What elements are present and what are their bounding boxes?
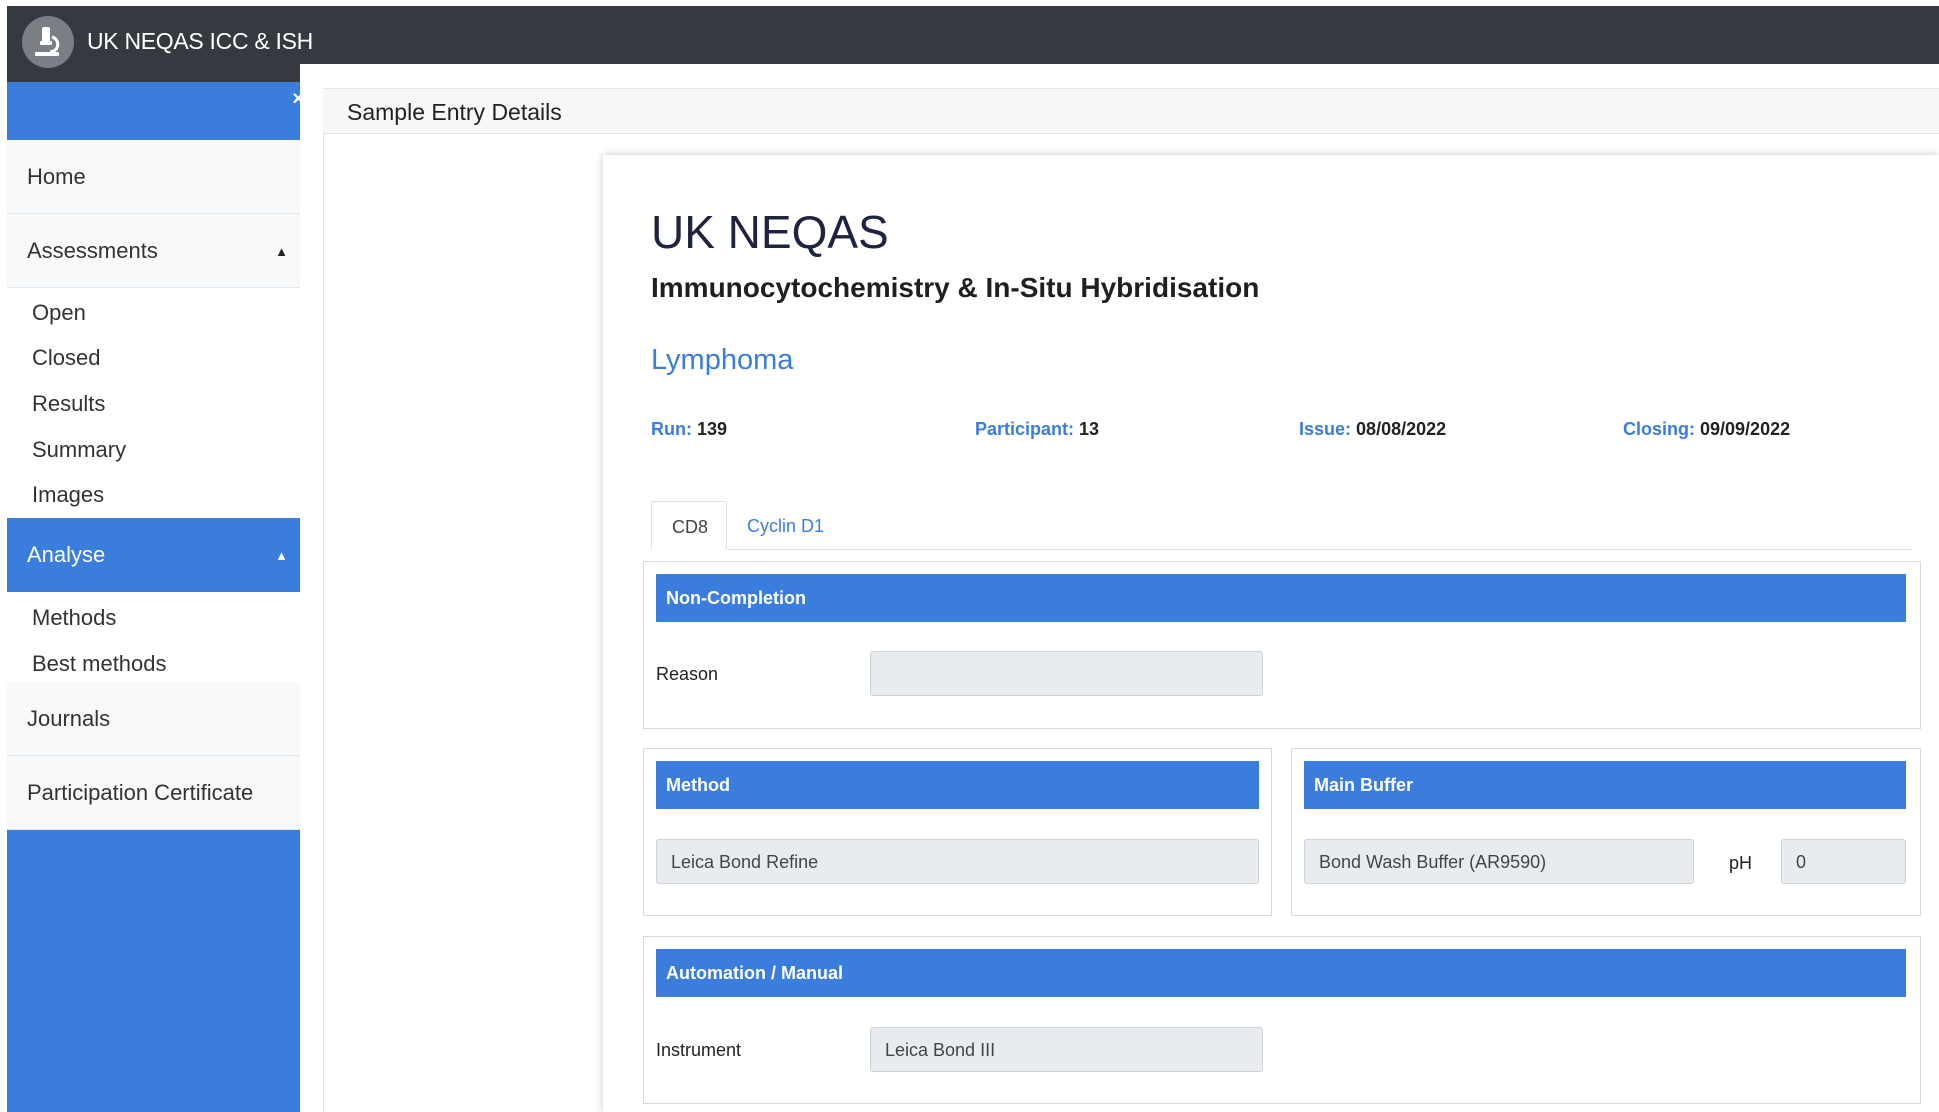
meta-closing: Closing: 09/09/2022 bbox=[1623, 419, 1790, 440]
ph-label: pH bbox=[1729, 853, 1753, 873]
meta-label: Issue: bbox=[1299, 419, 1352, 439]
sidebar-item-label: Analyse bbox=[27, 542, 106, 567]
tab-label: CD8 bbox=[672, 517, 709, 537]
page-title: Sample Entry Details bbox=[347, 99, 562, 125]
meta-run: Run: 139 bbox=[651, 419, 727, 440]
meta-value: 09/09/2022 bbox=[1700, 419, 1791, 439]
buffer-value: Bond Wash Buffer (AR9590) bbox=[1319, 852, 1547, 872]
instrument-value: Leica Bond III bbox=[885, 1040, 996, 1060]
ph-field[interactable]: 0 bbox=[1781, 839, 1906, 884]
meta-label: Participant: bbox=[975, 419, 1075, 439]
submenu-item-best-methods[interactable]: Best methods bbox=[32, 651, 167, 677]
submenu-item-results[interactable]: Results bbox=[32, 391, 105, 417]
panel-title: Main Buffer bbox=[1314, 775, 1413, 795]
main-buffer-header: Main Buffer bbox=[1304, 761, 1906, 809]
sidebar-item-home[interactable]: Home bbox=[7, 140, 300, 214]
automation-header: Automation / Manual bbox=[656, 949, 1906, 997]
panel-title: Method bbox=[666, 775, 730, 795]
sidebar-item-label: Assessments bbox=[27, 238, 158, 263]
sidebar-fill bbox=[7, 830, 300, 1112]
meta-issue: Issue: 08/08/2022 bbox=[1299, 419, 1446, 440]
sidebar-item-journals[interactable]: Journals bbox=[7, 682, 300, 756]
submenu-item-closed[interactable]: Closed bbox=[32, 345, 100, 371]
method-value: Leica Bond Refine bbox=[671, 852, 819, 872]
submenu-item-open[interactable]: Open bbox=[32, 300, 86, 326]
app-root: UK NEQAS ICC & ISH × Home Assessments ▲ … bbox=[0, 0, 1939, 1112]
sidebar-item-label: Journals bbox=[27, 706, 111, 731]
analyse-submenu: Methods Best methods bbox=[7, 592, 300, 682]
submenu-item-summary[interactable]: Summary bbox=[32, 437, 126, 463]
programme-title: Lymphoma bbox=[651, 344, 794, 376]
instrument-label: Instrument bbox=[656, 1040, 742, 1060]
sidebar-item-label: Participation Certificate bbox=[27, 780, 254, 805]
panel-title: Automation / Manual bbox=[666, 963, 843, 983]
meta-participant: Participant: 13 bbox=[975, 419, 1099, 440]
sidebar-header: × bbox=[7, 82, 304, 140]
sidebar-item-assessments[interactable]: Assessments ▲ bbox=[7, 214, 300, 288]
content-divider bbox=[323, 133, 324, 1112]
sidebar-item-label: Home bbox=[27, 164, 86, 189]
org-title: UK NEQAS bbox=[651, 206, 889, 258]
meta-label: Closing: bbox=[1623, 419, 1695, 439]
caret-up-icon: ▲ bbox=[275, 548, 288, 563]
meta-label: Run: bbox=[651, 419, 692, 439]
brand[interactable]: UK NEQAS ICC & ISH bbox=[7, 6, 313, 82]
sidebar-item-analyse[interactable]: Analyse ▲ bbox=[7, 518, 300, 592]
submenu-item-images[interactable]: Images bbox=[32, 482, 104, 508]
method-header: Method bbox=[656, 761, 1259, 809]
meta-value: 08/08/2022 bbox=[1356, 419, 1447, 439]
microscope-icon bbox=[22, 16, 74, 68]
breadcrumb: Sample Entry Details bbox=[323, 88, 1939, 134]
panel-title: Non-Completion bbox=[666, 588, 806, 608]
meta-value: 139 bbox=[697, 419, 728, 439]
tab-cyclin-d1[interactable]: Cyclin D1 bbox=[727, 501, 857, 550]
submenu-item-methods[interactable]: Methods bbox=[32, 605, 116, 631]
ph-value: 0 bbox=[1796, 852, 1807, 872]
caret-up-icon: ▲ bbox=[275, 244, 288, 259]
reason-field[interactable] bbox=[870, 651, 1263, 696]
close-icon[interactable]: × bbox=[292, 88, 304, 111]
non-completion-header: Non-Completion bbox=[656, 574, 1906, 622]
sidebar-item-certificate[interactable]: Participation Certificate bbox=[7, 756, 300, 830]
assessments-submenu: Open Closed Results Summary Images bbox=[7, 288, 300, 507]
method-field[interactable]: Leica Bond Refine bbox=[656, 839, 1259, 884]
tab-label: Cyclin D1 bbox=[747, 516, 825, 536]
app-title: UK NEQAS ICC & ISH bbox=[87, 28, 313, 54]
tab-cd8[interactable]: CD8 bbox=[651, 501, 727, 550]
sidebar: × Home Assessments ▲ Open Closed Results… bbox=[7, 82, 304, 1112]
instrument-field[interactable]: Leica Bond III bbox=[870, 1027, 1263, 1072]
scheme-subtitle: Immunocytochemistry & In-Situ Hybridisat… bbox=[651, 272, 1260, 303]
meta-value: 13 bbox=[1079, 419, 1100, 439]
buffer-field[interactable]: Bond Wash Buffer (AR9590) bbox=[1304, 839, 1694, 884]
reason-label: Reason bbox=[656, 664, 719, 684]
